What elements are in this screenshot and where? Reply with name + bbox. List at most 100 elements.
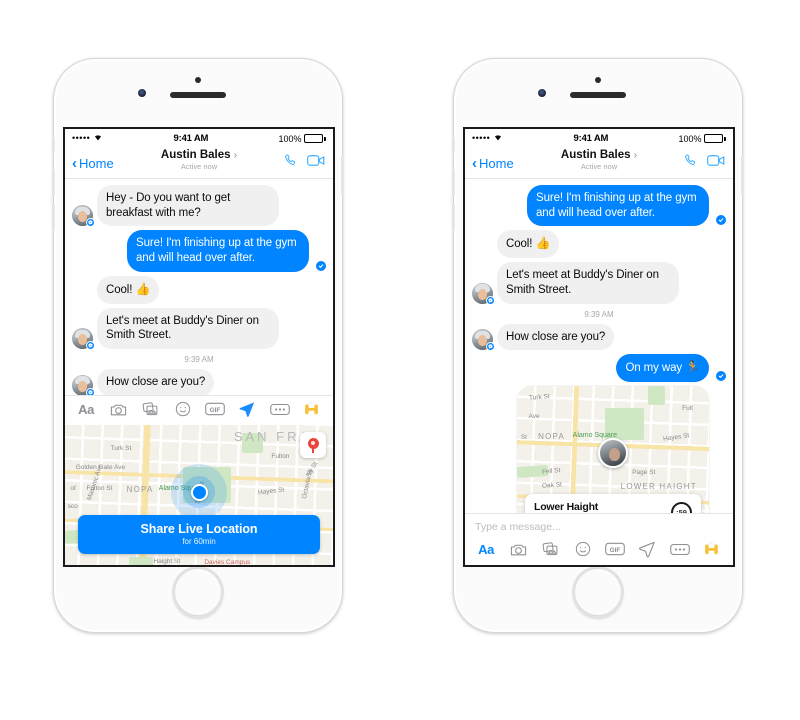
conversation-list-right[interactable]: Sure! I'm finishing up at the gym and wi… [465, 179, 733, 513]
delivered-check-icon [716, 371, 726, 382]
location-info-card[interactable]: Lower Haight Stop Sharing :59 [525, 493, 701, 513]
status-bar-right: 100% [678, 134, 726, 144]
location-send-icon[interactable] [637, 540, 657, 558]
attachment-toolbar: Aa GIF [465, 536, 733, 565]
power-button[interactable] [741, 155, 744, 195]
svg-text:GIF: GIF [210, 407, 221, 414]
map-pin-button[interactable] [300, 432, 326, 458]
text-aa-icon[interactable]: Aa [476, 540, 496, 558]
phone-icon[interactable] [283, 153, 298, 173]
message-bubble-incoming[interactable]: Let's meet at Buddy's Diner on Smith Str… [497, 262, 679, 304]
back-to-home-button[interactable]: ‹ Home [472, 156, 514, 171]
payments-icon[interactable] [302, 400, 322, 418]
park-patch [647, 386, 665, 406]
composer-right: Type a message... Aa GIF [465, 513, 733, 565]
back-to-home-button[interactable]: ‹ Home [72, 156, 114, 171]
volume-up-button[interactable] [52, 169, 55, 195]
avatar[interactable] [72, 374, 95, 395]
message-bubble-incoming[interactable]: Let's meet at Buddy's Diner on Smith Str… [97, 307, 279, 350]
thumbs-up-emoji: 👍 [535, 236, 551, 251]
map-label: Ave [528, 413, 540, 421]
volume-down-button[interactable] [52, 205, 55, 231]
message-row: Cool! 👍 [472, 230, 726, 259]
status-bar: ••••• 9:41 AM 100% [65, 129, 333, 148]
home-button[interactable] [174, 568, 222, 616]
volume-up-button[interactable] [452, 169, 455, 195]
navigation-bar: ‹ Home Austin Bales › Active now [465, 148, 733, 179]
silent-switch[interactable] [452, 137, 455, 153]
power-button[interactable] [341, 155, 344, 195]
avatar[interactable] [72, 205, 95, 228]
proximity-sensor [138, 89, 146, 97]
map-label: sco [67, 503, 78, 511]
live-location-map-left[interactable]: SAN FRA Turk St Golden Gate Ave Fulton I… [65, 425, 333, 565]
gif-icon[interactable]: GIF [605, 540, 625, 558]
text-aa-icon[interactable]: Aa [76, 400, 96, 418]
chevron-right-icon: › [633, 150, 638, 161]
map-label: Fulton [271, 453, 290, 460]
message-bubble-incoming[interactable]: Cool! 👍 [97, 275, 160, 304]
avatar[interactable] [72, 328, 95, 351]
conversation-list-left[interactable]: Hey - Do you want to get breakfast with … [65, 179, 333, 395]
volume-down-button[interactable] [452, 205, 455, 231]
shared-location-avatar [598, 438, 628, 469]
signal-dots-icon: ••••• [72, 133, 91, 143]
proximity-sensor [538, 89, 546, 97]
emoji-icon[interactable] [173, 400, 193, 418]
chevron-right-icon: › [233, 150, 238, 161]
message-row: Sure! I'm finishing up at the gym and wi… [72, 230, 326, 272]
contact-name[interactable]: Austin Bales › [161, 149, 237, 161]
message-bubble-incoming[interactable]: Hey - Do you want to get breakfast with … [97, 185, 279, 227]
avatar[interactable] [472, 329, 495, 352]
message-bubble-incoming[interactable]: How close are you? [497, 323, 615, 351]
home-button[interactable] [574, 568, 622, 616]
back-button-label: Home [479, 155, 514, 171]
message-bubble-outgoing[interactable]: Sure! I'm finishing up at the gym and wi… [527, 185, 709, 227]
photos-icon[interactable] [541, 540, 561, 558]
status-bar-left: ••••• [472, 133, 503, 144]
map-pin-icon [307, 437, 319, 453]
location-send-icon[interactable] [237, 400, 257, 418]
map-label: of [70, 485, 76, 493]
video-camera-icon[interactable] [307, 153, 326, 173]
camera-icon[interactable] [508, 540, 528, 558]
more-icon[interactable] [269, 400, 290, 418]
message-bubble-outgoing[interactable]: Sure! I'm finishing up at the gym and wi… [127, 230, 309, 272]
live-location-map-bubble[interactable]: Turk St Ave Fult St NOPA Alamo Square Ha… [517, 386, 709, 513]
message-text: Cool! [506, 238, 536, 251]
screenshot-stage: ••••• 9:41 AM 100% ‹ Home Austin Bales ›… [0, 0, 800, 720]
status-bar: ••••• 9:41 AM 100% [465, 129, 733, 148]
payments-icon[interactable] [702, 540, 722, 558]
video-camera-icon[interactable] [707, 153, 726, 173]
message-bubble-incoming[interactable]: Cool! 👍 [497, 230, 560, 259]
current-location-dot [171, 464, 227, 521]
avatar[interactable] [472, 282, 495, 305]
composer-left: Aa GIF [65, 395, 333, 425]
phone-screen-right: ••••• 9:41 AM 100% ‹ Home Austin Bales ›… [463, 127, 735, 567]
messenger-badge-icon [86, 341, 95, 351]
more-icon[interactable] [669, 540, 690, 558]
battery-icon [304, 134, 326, 143]
svg-text:GIF: GIF [610, 547, 621, 554]
message-row: On my way 🏃 [472, 354, 726, 383]
front-camera [195, 77, 201, 83]
share-live-location-button[interactable]: Share Live Location for 60min [78, 515, 320, 554]
contact-name[interactable]: Austin Bales › [561, 149, 637, 161]
gif-icon[interactable]: GIF [205, 400, 225, 418]
photos-icon[interactable] [141, 400, 161, 418]
camera-icon[interactable] [108, 400, 128, 418]
silent-switch[interactable] [52, 137, 55, 153]
emoji-icon[interactable] [573, 540, 593, 558]
delivered-check-icon [716, 215, 726, 226]
status-bar-clock: 9:41 AM [173, 133, 209, 144]
message-input[interactable]: Type a message... [465, 514, 733, 536]
messenger-badge-icon [486, 342, 495, 352]
message-bubble-incoming[interactable]: How close are you? [97, 369, 215, 395]
map-label: St [520, 434, 527, 442]
message-bubble-outgoing[interactable]: On my way 🏃 [616, 354, 709, 383]
map-label: Fult [682, 405, 693, 413]
signal-dots-icon: ••••• [472, 133, 491, 143]
phone-icon[interactable] [683, 153, 698, 173]
map-label: Turk St [110, 444, 132, 452]
contact-presence: Active now [180, 162, 218, 171]
